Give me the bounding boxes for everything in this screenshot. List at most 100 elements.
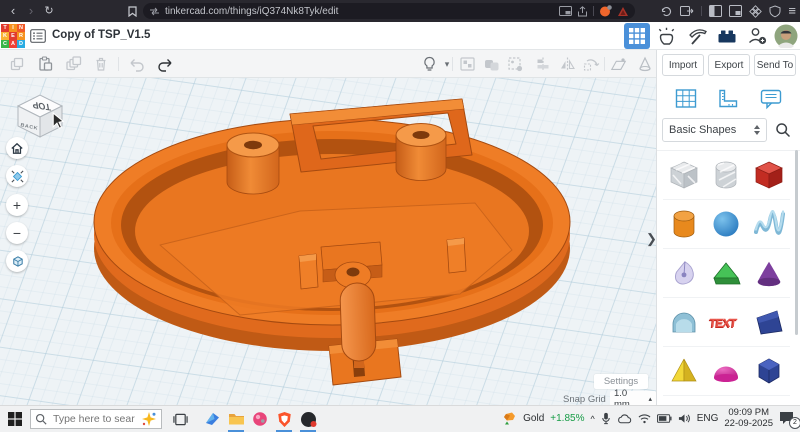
taskbar-search[interactable]	[30, 409, 162, 429]
tray-expand-button[interactable]: ^	[590, 414, 594, 424]
shape-scribble[interactable]	[748, 200, 790, 249]
paste-button[interactable]	[36, 55, 54, 73]
minecraft-button[interactable]	[684, 23, 710, 49]
panel-scrollbar[interactable]	[795, 150, 798, 335]
ungroup-button[interactable]	[482, 55, 500, 73]
workplane-tool-icon[interactable]	[674, 88, 698, 110]
shape-text[interactable]: TEXTTEXT	[705, 298, 747, 347]
import-button[interactable]: Import	[662, 54, 704, 76]
microphone-icon[interactable]	[601, 412, 611, 425]
browser-reload-button[interactable]: ↻	[40, 0, 58, 22]
3d-design-button[interactable]	[624, 23, 650, 49]
widget-change[interactable]: +1.85%	[550, 413, 584, 424]
bricks-button[interactable]	[714, 23, 740, 49]
invite-button[interactable]	[744, 23, 770, 49]
group-button[interactable]	[458, 55, 476, 73]
sim-lab-button[interactable]	[654, 23, 680, 49]
shape-category-select[interactable]: Basic Shapes	[662, 118, 767, 142]
app-brave[interactable]	[272, 406, 296, 432]
sidebar-icon[interactable]	[709, 5, 722, 17]
app-media[interactable]	[296, 406, 320, 432]
onedrive-cloud-icon[interactable]	[617, 414, 632, 424]
shape-search-button[interactable]	[771, 118, 795, 142]
workplane-button[interactable]	[610, 55, 628, 73]
shape-half-sphere[interactable]	[705, 347, 747, 396]
app-file-explorer[interactable]	[224, 406, 248, 432]
pip-icon[interactable]	[729, 5, 742, 17]
ruler-button[interactable]	[636, 55, 654, 73]
avatar[interactable]	[774, 24, 798, 48]
logo-tile: K	[1, 32, 9, 40]
shape-cone[interactable]	[748, 249, 790, 298]
zoom-out-button[interactable]: −	[6, 222, 28, 244]
snap-grid-select[interactable]: 1.0 mm ▴	[610, 391, 656, 405]
home-view-button[interactable]	[6, 137, 28, 159]
extension-triangle-icon[interactable]	[617, 6, 629, 17]
notification-center-button[interactable]: 2	[779, 411, 797, 427]
container-tab-icon[interactable]	[680, 5, 694, 17]
app-paint[interactable]	[248, 406, 272, 432]
shape-hole-cylinder[interactable]	[705, 151, 747, 200]
start-button[interactable]	[0, 406, 30, 432]
zoom-in-button[interactable]: +	[6, 194, 28, 216]
language-indicator[interactable]: ENG	[697, 413, 719, 424]
mouse-cursor	[52, 112, 64, 129]
undo-button[interactable]	[128, 55, 146, 73]
shape-roof[interactable]	[705, 249, 747, 298]
search-input[interactable]	[51, 412, 137, 426]
browser-back-button[interactable]: ‹	[4, 0, 22, 22]
shields-icon[interactable]	[149, 7, 160, 16]
shape-round-roof[interactable]	[663, 298, 705, 347]
shape-wedge[interactable]	[748, 298, 790, 347]
rotate-button[interactable]	[582, 55, 600, 73]
search-icon	[35, 413, 47, 425]
ruler-tool-icon[interactable]	[716, 88, 740, 110]
extensions-icon[interactable]	[749, 5, 762, 18]
model-3d[interactable]	[0, 78, 656, 405]
notes-tool-icon[interactable]	[759, 88, 783, 110]
panel-collapse-button[interactable]: ❯	[646, 231, 656, 247]
delete-button[interactable]	[92, 55, 110, 73]
export-button[interactable]: Export	[708, 54, 750, 76]
shape-box[interactable]	[748, 151, 790, 200]
picture-in-picture-icon[interactable]	[559, 6, 572, 16]
app-mail[interactable]	[200, 406, 224, 432]
send-to-button[interactable]: Send To	[754, 54, 796, 76]
gold-widget-icon[interactable]	[502, 411, 517, 426]
shape-sphere[interactable]	[705, 200, 747, 249]
shape-polygon[interactable]	[748, 347, 790, 396]
shield-pin-icon[interactable]	[769, 5, 781, 18]
battery-icon[interactable]	[657, 414, 672, 423]
duplicate-button[interactable]	[64, 55, 82, 73]
browser-forward-button[interactable]: ›	[22, 0, 40, 22]
task-view-button[interactable]	[168, 406, 192, 432]
search-highlights-icon[interactable]	[141, 411, 157, 427]
url-bar[interactable]: tinkercad.com/things/iQ374Nk8Tyk/edit	[143, 3, 635, 19]
show-all-button[interactable]	[420, 55, 438, 73]
redo-button[interactable]	[156, 55, 174, 73]
widget-label[interactable]: Gold	[523, 413, 544, 424]
browser-menu-icon[interactable]: ≡	[788, 0, 796, 22]
multi-select-button[interactable]	[506, 55, 524, 73]
volume-icon[interactable]	[678, 413, 691, 424]
viewport[interactable]: TOP BACK + − Settings Snap Grid 1.0 mm ▴…	[0, 78, 656, 405]
show-all-caret-icon[interactable]: ▾	[438, 55, 456, 73]
extension-orange-icon[interactable]	[599, 5, 612, 17]
design-title[interactable]: Copy of TSP_V1.5	[52, 29, 150, 41]
mirror-button[interactable]	[558, 55, 576, 73]
share-icon[interactable]	[577, 6, 588, 17]
copy-button[interactable]	[8, 55, 26, 73]
shape-cylinder[interactable]	[663, 200, 705, 249]
align-button[interactable]	[534, 55, 552, 73]
fit-view-button[interactable]	[6, 165, 28, 187]
design-menu-icon[interactable]	[30, 29, 46, 43]
bookmark-icon[interactable]	[128, 6, 137, 17]
perspective-toggle-button[interactable]	[6, 250, 28, 272]
shape-hole-box[interactable]	[663, 151, 705, 200]
clock[interactable]: 09:09 PM 22-09-2025	[724, 408, 773, 429]
tinkercad-logo[interactable]: T I N K E R C A D	[1, 24, 25, 48]
shape-pyramid[interactable]	[663, 347, 705, 396]
sync-icon[interactable]	[660, 5, 673, 18]
shape-extrusion[interactable]	[663, 249, 705, 298]
network-icon[interactable]	[638, 413, 651, 424]
